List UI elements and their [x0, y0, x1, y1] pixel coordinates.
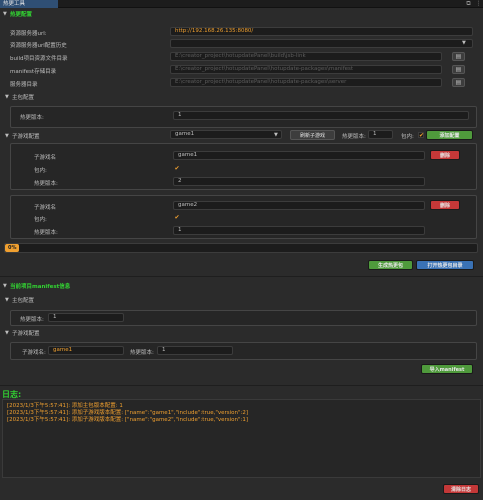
url-history-select[interactable]	[170, 39, 473, 48]
generate-package-button[interactable]: 生成热更包	[368, 260, 413, 270]
build-dir-input[interactable]: E:\creator_project\hotupdatePanel\build\…	[170, 52, 442, 61]
manifest-main-version-value: 1	[48, 313, 124, 322]
log-line: [2023/1/3下午5:57:41]: 添加主包版本配置: 1	[7, 403, 123, 409]
clear-log-button[interactable]: 清除日志	[443, 484, 479, 494]
import-manifest-button[interactable]: 导入manifest	[421, 364, 473, 374]
section-current-manifest[interactable]: 当前项目manifest信息	[10, 282, 70, 290]
manifest-sub-title[interactable]: 子游戏配置	[12, 329, 40, 337]
sub-game-title[interactable]: 子游戏配置	[12, 132, 40, 140]
manifest-sub-name-value: game1	[48, 346, 124, 355]
sub-in-package-label: 包内:	[401, 134, 414, 140]
manifest-sub-name-label: 子游戏名:	[22, 350, 46, 356]
section-hot-config[interactable]: 热更配置	[10, 10, 32, 18]
log-line: [2023/1/3下午5:57:41]: 添加子游戏版本配置: ["name":…	[7, 417, 249, 423]
entry2-name-label: 子游戏名	[34, 205, 57, 211]
build-dir-browse-button[interactable]: ▤	[452, 52, 465, 61]
url-history-label: 资源服务器url配置历史	[10, 43, 67, 49]
entry2-in-package-label: 包内:	[34, 217, 47, 223]
server-dir-input[interactable]: E:\creator_project\hotupdatePanel\hotupd…	[170, 78, 442, 87]
entry2-name-input[interactable]: game2	[173, 201, 425, 210]
entry1-version-input[interactable]: 2	[173, 177, 425, 186]
restore-icon[interactable]: ⧉	[465, 0, 472, 8]
main-pkg-title[interactable]: 主包配置	[12, 93, 34, 101]
manifest-main-title[interactable]: 主包配置	[12, 296, 34, 304]
sub-hot-version-label: 热更版本:	[342, 134, 366, 140]
checkmark-icon: ✔	[419, 132, 425, 139]
folder-icon: ▤	[455, 79, 462, 86]
manifest-dir-input[interactable]: E:\creator_project\hotupdatePanel\hotupd…	[170, 65, 442, 74]
sub-hot-version-input[interactable]: 1	[368, 130, 393, 139]
entry1-in-package-label: 包内:	[34, 168, 47, 174]
checkmark-icon: ✔	[174, 165, 180, 172]
chevron-down-icon: ▼	[462, 40, 466, 46]
entry2-version-input[interactable]: 1	[173, 226, 425, 235]
build-dir-label: build项目资源文件目录	[10, 56, 68, 62]
divider	[0, 385, 483, 386]
entry2-in-package-checkbox[interactable]: ✔	[174, 215, 180, 221]
progress-text: 0%	[8, 245, 17, 251]
progress-bar: 0%	[4, 243, 478, 253]
triangle-down-icon[interactable]: ▼	[5, 297, 9, 303]
main-pkg-version-label: 热更版本:	[20, 115, 44, 121]
triangle-down-icon[interactable]: ▼	[5, 133, 9, 139]
log-line: [2023/1/3下午5:57:41]: 添加子游戏版本配置: ["name":…	[7, 410, 249, 416]
add-config-button[interactable]: 添加配置	[426, 130, 473, 140]
manifest-dir-browse-button[interactable]: ▤	[452, 65, 465, 74]
server-url-input[interactable]: http://192.168.26.135:8080/	[170, 27, 473, 36]
server-dir-browse-button[interactable]: ▤	[452, 78, 465, 87]
triangle-down-icon[interactable]: ▼	[3, 283, 7, 289]
entry1-name-label: 子游戏名	[34, 155, 57, 161]
checkmark-icon: ✔	[174, 214, 180, 221]
log-area[interactable]: [2023/1/3下午5:57:41]: 添加主包版本配置: 1 [2023/1…	[2, 399, 481, 478]
manifest-dir-label: manifest存储目录	[10, 69, 57, 75]
chevron-down-icon: ▼	[274, 132, 278, 138]
entry1-version-label: 热更版本:	[34, 181, 58, 187]
entry1-in-package-checkbox[interactable]: ✔	[174, 166, 180, 172]
panel-tab[interactable]: 热更工具	[0, 0, 58, 8]
server-url-label: 资源服务器url:	[10, 31, 47, 37]
entry1-name-input[interactable]: game1	[173, 151, 425, 160]
divider	[0, 276, 483, 277]
triangle-down-icon[interactable]: ▼	[5, 94, 9, 100]
sub-game-select[interactable]: game1	[170, 130, 282, 139]
manifest-sub-version-value: 1	[157, 346, 233, 355]
folder-icon: ▤	[455, 53, 462, 60]
main-pkg-version-input[interactable]: 1	[173, 111, 469, 120]
triangle-down-icon[interactable]: ▼	[5, 330, 9, 336]
more-icon[interactable]: ⋮	[475, 0, 482, 8]
sub-in-package-checkbox[interactable]: ✔	[418, 132, 425, 139]
entry2-version-label: 热更版本:	[34, 230, 58, 236]
entry2-delete-button[interactable]: 删除	[430, 200, 460, 210]
open-package-dir-button[interactable]: 打开热更包目录	[416, 260, 474, 270]
refresh-sub-game-button[interactable]: 刷新子游戏	[290, 130, 335, 140]
triangle-down-icon[interactable]: ▼	[3, 11, 7, 17]
title-bar	[0, 0, 483, 8]
folder-icon: ▤	[455, 66, 462, 73]
entry1-delete-button[interactable]: 删除	[430, 150, 460, 160]
manifest-main-version-label: 热更版本:	[20, 317, 44, 323]
manifest-sub-version-label: 热更版本:	[130, 350, 154, 356]
server-dir-label: 服务器目录	[10, 82, 38, 88]
